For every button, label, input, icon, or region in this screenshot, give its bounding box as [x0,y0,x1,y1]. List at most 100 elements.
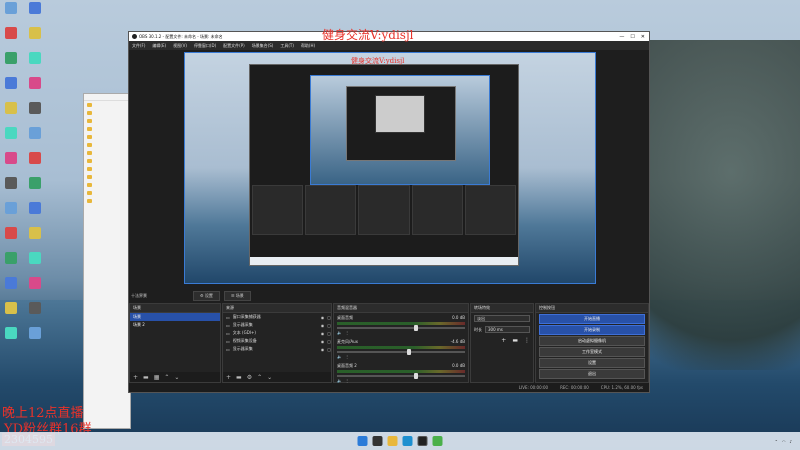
desktop-shortcut[interactable] [24,177,46,189]
chat-icon[interactable] [432,436,443,446]
desktop-shortcut[interactable] [0,327,22,339]
search-icon[interactable] [372,436,383,446]
desktop-shortcut[interactable] [24,202,46,214]
lock-icon[interactable]: ▢ [327,339,331,344]
menu-item[interactable]: 配置文件(P) [223,43,245,49]
desktop-shortcut[interactable] [0,302,22,314]
menu-item[interactable]: 视图(V) [173,43,187,49]
desktop-shortcut[interactable] [24,302,46,314]
menu-item[interactable]: 文件(F) [132,43,145,49]
desktop-shortcut[interactable] [0,27,22,39]
desktop-shortcut[interactable] [0,52,22,64]
obs-preview-canvas[interactable]: 健身交流V:ydisjl [184,52,596,284]
explorer-folder-item[interactable] [84,173,130,181]
scenes-tab[interactable]: ☰ 场景 [223,291,251,301]
explorer-folder-item[interactable] [84,117,130,125]
source-item[interactable]: ▭ 视频采集设备 ◉ ▢ [223,337,331,345]
down-icon[interactable]: ⌄ [267,374,272,381]
menu-item[interactable]: 停靠窗口(D) [194,43,216,49]
desktop-shortcut[interactable] [0,102,22,114]
gear-icon[interactable]: ⚙ [247,374,252,381]
explorer-folder-item[interactable] [84,197,130,205]
control-button[interactable]: 开始直播 [539,314,645,324]
eye-icon[interactable]: ◉ [321,323,325,328]
trash-icon[interactable]: ▬ [512,337,518,344]
explorer-folder-item[interactable] [84,141,130,149]
filter-icon[interactable]: ▦ [154,374,160,381]
control-button[interactable]: 开始录制 [539,325,645,335]
lock-icon[interactable]: ▢ [327,315,331,320]
explorer-folder-item[interactable] [84,133,130,141]
edge-icon[interactable] [402,436,413,446]
speaker-icon[interactable]: 🔈 [337,354,342,359]
add-icon[interactable]: + [133,374,138,381]
lock-icon[interactable]: ▢ [327,347,331,352]
volume-thumb[interactable] [413,373,418,379]
chevron-up-icon[interactable]: ⌃ [775,439,778,444]
eye-icon[interactable]: ◉ [321,315,325,320]
explorer-folder-item[interactable] [84,165,130,173]
menu-item[interactable]: 场景集合(S) [252,43,274,49]
volume-slider[interactable] [337,325,465,331]
file-explorer-window[interactable] [83,93,131,429]
desktop-shortcut[interactable] [24,152,46,164]
start-icon[interactable] [357,436,368,446]
desktop-shortcut[interactable] [24,327,46,339]
volume-thumb[interactable] [407,349,412,355]
desktop-shortcut[interactable] [24,277,46,289]
eye-icon[interactable]: ◉ [321,347,325,352]
add-icon[interactable]: + [226,374,231,381]
explorer-folder-item[interactable] [84,149,130,157]
more-icon[interactable]: ⋮ [345,330,349,335]
volume-slider[interactable] [337,373,465,379]
explorer-folder-item[interactable] [84,101,130,109]
desktop-shortcut[interactable] [0,2,22,14]
trash-icon[interactable]: ▬ [236,374,242,381]
scene-item[interactable]: 场景 2 [130,321,220,329]
desktop-shortcut[interactable] [0,77,22,89]
speaker-icon[interactable]: 🔈 [337,330,342,335]
desktop-shortcut[interactable] [24,252,46,264]
desktop-shortcut[interactable] [0,152,22,164]
volume-slider[interactable] [337,349,465,355]
desktop-shortcut[interactable] [24,227,46,239]
explorer-folder-item[interactable] [84,181,130,189]
volume-icon[interactable]: ♪ [789,439,792,444]
desktop-shortcut[interactable] [0,177,22,189]
more-icon[interactable]: ⋮ [524,337,530,344]
up-icon[interactable]: ⌃ [164,374,169,381]
source-item[interactable]: ▭ 文本 (GDI+) ◉ ▢ [223,329,331,337]
volume-thumb[interactable] [413,325,418,331]
lock-icon[interactable]: ▢ [327,323,331,328]
desktop-shortcut[interactable] [24,77,46,89]
minimize-icon[interactable]: — [619,34,624,40]
desktop-shortcut[interactable] [0,277,22,289]
source-item[interactable]: ▭ 显示器采集 ◉ ▢ [223,321,331,329]
maximize-icon[interactable]: ☐ [630,34,634,40]
trash-icon[interactable]: ▬ [143,374,149,381]
menu-item[interactable]: 帮助(H) [301,43,315,49]
eye-icon[interactable]: ◉ [321,339,325,344]
down-icon[interactable]: ⌄ [174,374,179,381]
source-item[interactable]: ▭ 窗口采集捕获器 ◉ ▢ [223,313,331,321]
desktop-shortcut[interactable] [0,127,22,139]
transition-type-select[interactable]: 淡出 [474,315,530,322]
lock-icon[interactable]: ▢ [327,331,331,336]
explorer-folder-item[interactable] [84,189,130,197]
desktop-shortcut[interactable] [24,127,46,139]
desktop-shortcut[interactable] [24,102,46,114]
more-icon[interactable]: ⋮ [345,354,349,359]
file-explorer-icon[interactable] [387,436,398,446]
control-button[interactable]: 工作室模式 [539,347,645,357]
explorer-folder-item[interactable] [84,157,130,165]
wifi-icon[interactable]: ◠ [782,439,786,444]
control-button[interactable]: 退出 [539,369,645,379]
close-icon[interactable]: ✕ [641,34,645,40]
up-icon[interactable]: ⌃ [257,374,262,381]
duration-input[interactable]: 300 ms [485,326,530,333]
scene-item[interactable]: 场景 [130,313,220,321]
desktop-shortcut[interactable] [0,227,22,239]
source-item[interactable]: ▭ 显示器采集 ◉ ▢ [223,345,331,353]
obs-window[interactable]: OBS 30.1.2 - 配置文件: 未命名 - 场景: 未命名 — ☐ ✕ 文… [128,31,650,393]
eye-icon[interactable]: ◉ [321,331,325,336]
